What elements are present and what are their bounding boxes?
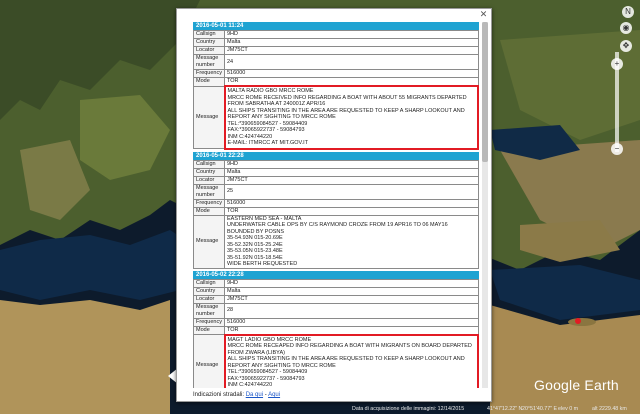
frequency-value: 516000 — [224, 198, 479, 208]
directions-to-link[interactable]: Aqui — [268, 392, 280, 398]
country-value: Malta — [224, 286, 479, 296]
message-text: EASTERN MED SEA - MALTA UNDERWATER CABLE… — [224, 214, 479, 269]
scrollbar-thumb[interactable] — [482, 22, 488, 162]
frequency-label: Frequency — [193, 198, 225, 208]
zoom-in-icon[interactable]: + — [611, 58, 623, 70]
info-balloon: ✕ 2016-05-01 11:24 Callsign 9HD Country Ma… — [176, 8, 492, 402]
entry-date: 2016-05-02 22:28 — [193, 270, 479, 279]
log-entry: 2016-05-01 22:28 Callsign 9HD Country Malt… — [193, 151, 479, 269]
row-message-number: Message number 28 — [193, 302, 479, 319]
directions-from-link[interactable]: Da qui — [246, 392, 263, 398]
row-country: Country Malta — [193, 38, 479, 47]
locator-label: Locator — [193, 46, 225, 55]
locator-value: JM75CT — [224, 294, 479, 304]
mode-label: Mode — [193, 77, 225, 87]
entry-table: Callsign 9HD Country Malta Locator JM75CT M… — [193, 159, 479, 269]
locator-value: JM75CT — [224, 175, 479, 185]
row-callsign: Callsign 9HD — [193, 278, 479, 288]
callsign-value: 9HD — [224, 278, 479, 288]
log-entry: 2016-05-01 11:24 Callsign 9HD Country Malt… — [193, 22, 479, 150]
eye-altitude: alt 2229.48 km — [592, 406, 627, 412]
callsign-value: 9HD — [224, 159, 479, 169]
country-label: Country — [193, 286, 225, 296]
frequency-label: Frequency — [193, 317, 225, 327]
entry-date: 2016-05-01 22:28 — [193, 151, 479, 160]
country-value: Malta — [224, 38, 479, 47]
row-country: Country Malta — [193, 286, 479, 296]
callsign-label: Callsign — [193, 278, 225, 288]
country-label: Country — [193, 38, 225, 47]
row-mode: Mode TOR — [193, 77, 479, 87]
message-number-label: Message number — [193, 302, 225, 319]
message-label: Message — [193, 214, 225, 269]
row-mode: Mode TOR — [193, 206, 479, 216]
log-entry: 2016-05-02 22:28 Callsign 9HD Country Malt… — [193, 270, 479, 388]
directions-label: Indicazioni stradali: — [193, 392, 245, 398]
frequency-value: 516000 — [224, 317, 479, 327]
directions-footer: Indicazioni stradali: Da qui - Aqui — [193, 392, 280, 398]
message-text: MALTA RADIO GBO MRCC ROME MRCC ROME RECE… — [223, 85, 479, 150]
row-locator: Locator JM75CT — [193, 294, 479, 304]
row-locator: Locator JM75CT — [193, 46, 479, 55]
message-text: MAGT LADIO GBO MRCC ROME MRCC ROME RECEA… — [223, 333, 479, 388]
row-frequency: Frequency 516000 — [193, 198, 479, 208]
message-label: Message — [193, 85, 225, 149]
mode-value: TOR — [224, 325, 479, 335]
message-number-value: 25 — [224, 183, 479, 200]
mode-label: Mode — [193, 325, 225, 335]
message-number-label: Message number — [193, 54, 225, 70]
mode-value: TOR — [224, 77, 479, 87]
latitude: 41°47'12.22" N — [487, 406, 523, 412]
close-icon[interactable]: ✕ — [479, 10, 488, 19]
message-label: Message — [193, 334, 225, 388]
status-bar: Data di acquisizione delle immagini: 12/… — [0, 405, 640, 414]
frequency-value: 516000 — [224, 69, 479, 78]
imagery-date: Data di acquisizione delle immagini: 12/… — [352, 406, 465, 412]
message-number-label: Message number — [193, 183, 225, 200]
row-frequency: Frequency 516000 — [193, 317, 479, 327]
locator-label: Locator — [193, 175, 225, 185]
mode-label: Mode — [193, 206, 225, 216]
message-number-value: 24 — [224, 54, 479, 70]
move-joystick-icon[interactable]: ✥ — [620, 40, 632, 52]
country-label: Country — [193, 167, 225, 177]
row-callsign: Callsign 9HD — [193, 30, 479, 39]
row-callsign: Callsign 9HD — [193, 159, 479, 169]
balloon-scrollbar[interactable] — [482, 22, 488, 388]
row-locator: Locator JM75CT — [193, 175, 479, 185]
entry-table: Callsign 9HD Country Malta Locator JM75CT M… — [193, 278, 479, 388]
elevation: elev 0 m — [558, 406, 579, 412]
look-joystick-icon[interactable]: ◉ — [620, 22, 632, 34]
entry-table: Callsign 9HD Country Malta Locator JM75CT M… — [193, 30, 479, 150]
north-up-icon[interactable]: N — [622, 6, 634, 18]
row-country: Country Malta — [193, 167, 479, 177]
balloon-content[interactable]: 2016-05-01 11:24 Callsign 9HD Country Malt… — [193, 22, 479, 388]
row-message-number: Message number 24 — [193, 54, 479, 70]
mode-value: TOR — [224, 206, 479, 216]
row-message: Message MAGT LADIO GBO MRCC ROME MRCC ROM… — [193, 333, 479, 388]
google-earth-logo: Google Earth — [534, 377, 619, 393]
row-message-number: Message number 25 — [193, 183, 479, 200]
row-mode: Mode TOR — [193, 325, 479, 335]
locator-value: JM75CT — [224, 46, 479, 55]
callsign-label: Callsign — [193, 30, 225, 39]
callsign-label: Callsign — [193, 159, 225, 169]
locator-label: Locator — [193, 294, 225, 304]
longitude: 20°51'40.77" E — [522, 406, 558, 412]
frequency-label: Frequency — [193, 69, 225, 78]
country-value: Malta — [224, 167, 479, 177]
callsign-value: 9HD — [224, 30, 479, 39]
row-message: Message MALTA RADIO GBO MRCC ROME MRCC RO… — [193, 85, 479, 150]
entry-date: 2016-05-01 11:24 — [193, 22, 479, 30]
message-number-value: 28 — [224, 302, 479, 319]
row-message: Message EASTERN MED SEA - MALTA UNDERWATE… — [193, 214, 479, 269]
zoom-out-icon[interactable]: − — [611, 143, 623, 155]
row-frequency: Frequency 516000 — [193, 69, 479, 78]
